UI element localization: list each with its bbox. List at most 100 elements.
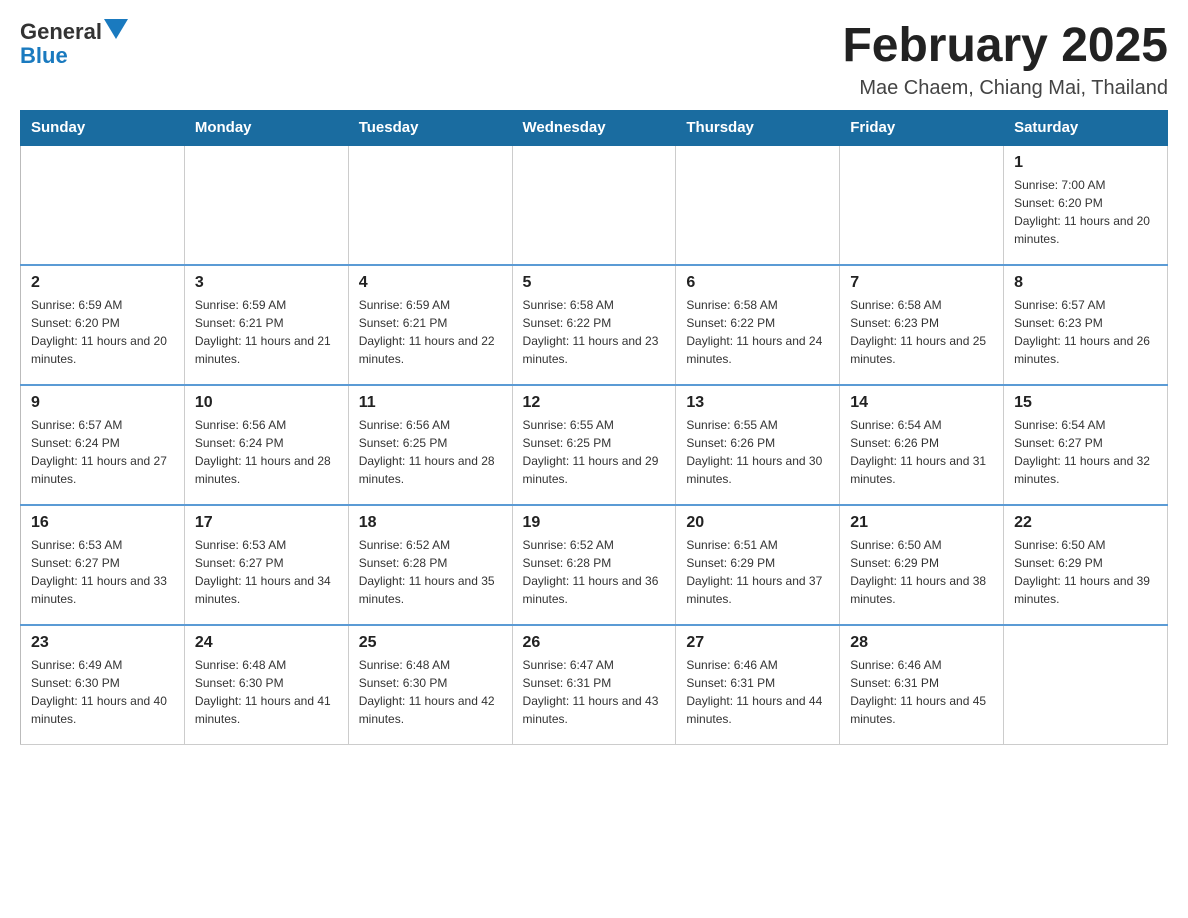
logo-triangle-icon xyxy=(104,19,128,39)
calendar-cell: 20 Sunrise: 6:51 AM Sunset: 6:29 PM Dayli… xyxy=(676,505,840,625)
day-info: Sunrise: 6:54 AM Sunset: 6:27 PM Dayligh… xyxy=(1014,416,1157,488)
day-number: 27 xyxy=(686,634,829,652)
calendar-cell: 3Sunrise: 6:59 AM Sunset: 6:21 PM Daylig… xyxy=(184,265,348,385)
calendar-week-row: 16 Sunrise: 6:53 AM Sunset: 6:27 PM Dayli… xyxy=(21,505,1168,625)
col-header-thursday: Thursday xyxy=(676,110,840,145)
calendar-cell: 15 Sunrise: 6:54 AM Sunset: 6:27 PM Dayli… xyxy=(1004,385,1168,505)
col-header-sunday: Sunday xyxy=(21,110,185,145)
day-number: 13 xyxy=(686,394,829,412)
day-number: 6 xyxy=(686,274,829,292)
calendar-table: SundayMondayTuesdayWednesdayThursdayFrid… xyxy=(20,110,1168,746)
day-number: 24 xyxy=(195,634,338,652)
day-number: 22 xyxy=(1014,514,1157,532)
day-info: Sunrise: 6:46 AM Sunset: 6:31 PM Dayligh… xyxy=(850,656,993,728)
day-info: Sunrise: 6:50 AM Sunset: 6:29 PM Dayligh… xyxy=(1014,536,1157,608)
calendar-cell: 26 Sunrise: 6:47 AM Sunset: 6:31 PM Dayli… xyxy=(512,625,676,745)
calendar-cell: 5 Sunrise: 6:58 AM Sunset: 6:22 PM Daylig… xyxy=(512,265,676,385)
day-info: Sunrise: 6:54 AM Sunset: 6:26 PM Dayligh… xyxy=(850,416,993,488)
calendar-cell: 10Sunrise: 6:56 AM Sunset: 6:24 PM Dayli… xyxy=(184,385,348,505)
title-block: February 2025 Mae Chaem, Chiang Mai, Tha… xyxy=(842,20,1168,100)
day-number: 21 xyxy=(850,514,993,532)
logo-general-text: General xyxy=(20,20,102,44)
calendar-cell: 12Sunrise: 6:55 AM Sunset: 6:25 PM Dayli… xyxy=(512,385,676,505)
day-info: Sunrise: 6:57 AM Sunset: 6:24 PM Dayligh… xyxy=(31,416,174,488)
calendar-cell: 27 Sunrise: 6:46 AM Sunset: 6:31 PM Dayli… xyxy=(676,625,840,745)
day-number: 16 xyxy=(31,514,174,532)
day-number: 10 xyxy=(195,394,338,412)
day-number: 26 xyxy=(523,634,666,652)
day-info: Sunrise: 6:59 AM Sunset: 6:21 PM Dayligh… xyxy=(359,296,502,368)
day-info: Sunrise: 6:57 AM Sunset: 6:23 PM Dayligh… xyxy=(1014,296,1157,368)
day-number: 20 xyxy=(686,514,829,532)
page-header: General Blue February 2025 Mae Chaem, Ch… xyxy=(20,20,1168,100)
logo: General Blue xyxy=(20,20,128,68)
col-header-friday: Friday xyxy=(840,110,1004,145)
day-number: 2 xyxy=(31,274,174,292)
calendar-cell xyxy=(21,145,185,265)
day-info: Sunrise: 6:55 AM Sunset: 6:26 PM Dayligh… xyxy=(686,416,829,488)
day-number: 15 xyxy=(1014,394,1157,412)
day-info: Sunrise: 6:52 AM Sunset: 6:28 PM Dayligh… xyxy=(359,536,502,608)
calendar-cell: 13 Sunrise: 6:55 AM Sunset: 6:26 PM Dayli… xyxy=(676,385,840,505)
day-info: Sunrise: 6:46 AM Sunset: 6:31 PM Dayligh… xyxy=(686,656,829,728)
calendar-cell xyxy=(348,145,512,265)
calendar-cell: 1Sunrise: 7:00 AM Sunset: 6:20 PM Daylig… xyxy=(1004,145,1168,265)
day-number: 5 xyxy=(523,274,666,292)
day-info: Sunrise: 6:53 AM Sunset: 6:27 PM Dayligh… xyxy=(195,536,338,608)
day-number: 14 xyxy=(850,394,993,412)
logo-blue-text: Blue xyxy=(20,43,68,68)
calendar-cell xyxy=(840,145,1004,265)
day-number: 19 xyxy=(523,514,666,532)
calendar-cell: 19 Sunrise: 6:52 AM Sunset: 6:28 PM Dayli… xyxy=(512,505,676,625)
day-number: 1 xyxy=(1014,154,1157,172)
calendar-subtitle: Mae Chaem, Chiang Mai, Thailand xyxy=(842,77,1168,100)
day-number: 18 xyxy=(359,514,502,532)
calendar-cell: 21Sunrise: 6:50 AM Sunset: 6:29 PM Dayli… xyxy=(840,505,1004,625)
calendar-cell: 14 Sunrise: 6:54 AM Sunset: 6:26 PM Dayli… xyxy=(840,385,1004,505)
calendar-cell: 16 Sunrise: 6:53 AM Sunset: 6:27 PM Dayli… xyxy=(21,505,185,625)
day-info: Sunrise: 6:56 AM Sunset: 6:25 PM Dayligh… xyxy=(359,416,502,488)
day-info: Sunrise: 6:51 AM Sunset: 6:29 PM Dayligh… xyxy=(686,536,829,608)
col-header-monday: Monday xyxy=(184,110,348,145)
day-number: 4 xyxy=(359,274,502,292)
day-info: Sunrise: 6:53 AM Sunset: 6:27 PM Dayligh… xyxy=(31,536,174,608)
calendar-cell: 24Sunrise: 6:48 AM Sunset: 6:30 PM Dayli… xyxy=(184,625,348,745)
calendar-cell: 18 Sunrise: 6:52 AM Sunset: 6:28 PM Dayli… xyxy=(348,505,512,625)
calendar-week-row: 1Sunrise: 7:00 AM Sunset: 6:20 PM Daylig… xyxy=(21,145,1168,265)
calendar-cell: 11 Sunrise: 6:56 AM Sunset: 6:25 PM Dayli… xyxy=(348,385,512,505)
day-number: 8 xyxy=(1014,274,1157,292)
day-info: Sunrise: 6:59 AM Sunset: 6:21 PM Dayligh… xyxy=(195,296,338,368)
calendar-cell: 22 Sunrise: 6:50 AM Sunset: 6:29 PM Dayli… xyxy=(1004,505,1168,625)
calendar-cell xyxy=(1004,625,1168,745)
calendar-header-row: SundayMondayTuesdayWednesdayThursdayFrid… xyxy=(21,110,1168,145)
day-number: 9 xyxy=(31,394,174,412)
day-info: Sunrise: 6:49 AM Sunset: 6:30 PM Dayligh… xyxy=(31,656,174,728)
calendar-cell: 9 Sunrise: 6:57 AM Sunset: 6:24 PM Daylig… xyxy=(21,385,185,505)
calendar-cell: 23 Sunrise: 6:49 AM Sunset: 6:30 PM Dayli… xyxy=(21,625,185,745)
day-number: 11 xyxy=(359,394,502,412)
day-number: 23 xyxy=(31,634,174,652)
calendar-cell: 17 Sunrise: 6:53 AM Sunset: 6:27 PM Dayli… xyxy=(184,505,348,625)
day-info: Sunrise: 6:58 AM Sunset: 6:22 PM Dayligh… xyxy=(523,296,666,368)
calendar-week-row: 2 Sunrise: 6:59 AM Sunset: 6:20 PM Daylig… xyxy=(21,265,1168,385)
calendar-cell xyxy=(184,145,348,265)
day-info: Sunrise: 6:58 AM Sunset: 6:23 PM Dayligh… xyxy=(850,296,993,368)
calendar-cell: 25Sunrise: 6:48 AM Sunset: 6:30 PM Dayli… xyxy=(348,625,512,745)
col-header-tuesday: Tuesday xyxy=(348,110,512,145)
day-number: 17 xyxy=(195,514,338,532)
day-number: 25 xyxy=(359,634,502,652)
day-info: Sunrise: 6:58 AM Sunset: 6:22 PM Dayligh… xyxy=(686,296,829,368)
day-info: Sunrise: 6:47 AM Sunset: 6:31 PM Dayligh… xyxy=(523,656,666,728)
day-info: Sunrise: 6:59 AM Sunset: 6:20 PM Dayligh… xyxy=(31,296,174,368)
calendar-week-row: 23 Sunrise: 6:49 AM Sunset: 6:30 PM Dayli… xyxy=(21,625,1168,745)
calendar-cell: 7Sunrise: 6:58 AM Sunset: 6:23 PM Daylig… xyxy=(840,265,1004,385)
calendar-cell: 2 Sunrise: 6:59 AM Sunset: 6:20 PM Daylig… xyxy=(21,265,185,385)
col-header-saturday: Saturday xyxy=(1004,110,1168,145)
calendar-cell: 8 Sunrise: 6:57 AM Sunset: 6:23 PM Daylig… xyxy=(1004,265,1168,385)
calendar-cell: 28 Sunrise: 6:46 AM Sunset: 6:31 PM Dayli… xyxy=(840,625,1004,745)
day-info: Sunrise: 6:52 AM Sunset: 6:28 PM Dayligh… xyxy=(523,536,666,608)
calendar-title: February 2025 xyxy=(842,20,1168,73)
day-info: Sunrise: 6:55 AM Sunset: 6:25 PM Dayligh… xyxy=(523,416,666,488)
day-number: 28 xyxy=(850,634,993,652)
calendar-cell xyxy=(512,145,676,265)
